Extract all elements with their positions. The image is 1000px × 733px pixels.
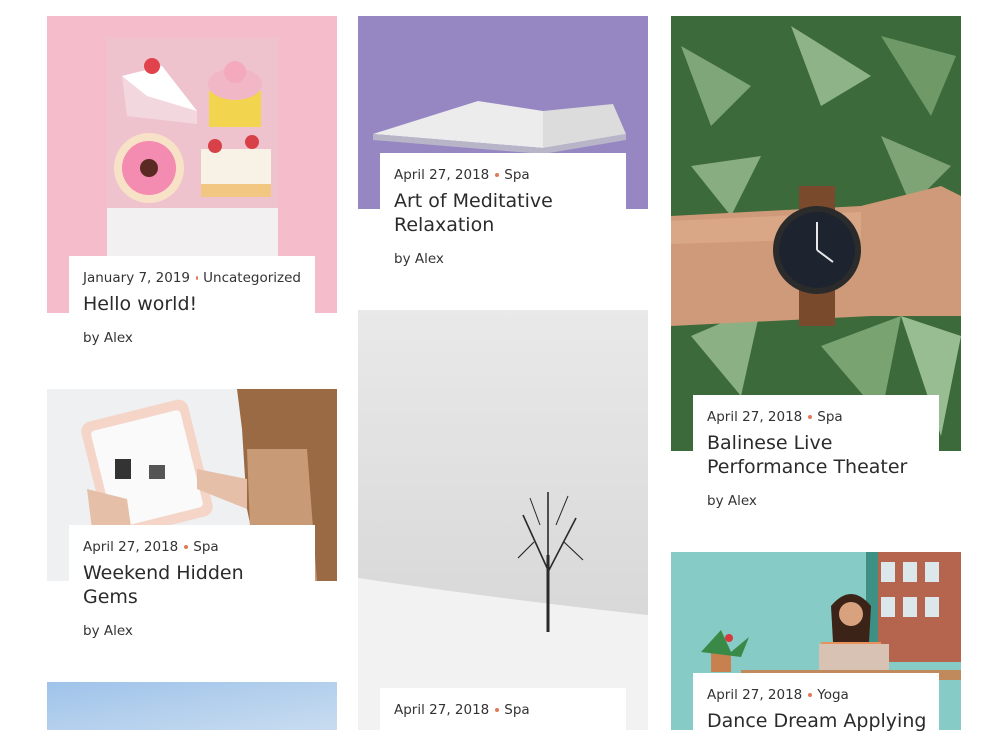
post-category[interactable]: Spa [193, 539, 218, 555]
post-date[interactable]: April 27, 2018 [394, 167, 489, 183]
post-card[interactable]: April 27, 2018 Spa [358, 310, 648, 730]
tree-image [358, 310, 648, 730]
separator-dot [184, 545, 189, 549]
post-date[interactable]: April 27, 2018 [83, 539, 178, 555]
separator-dot [808, 693, 813, 697]
sky-image [47, 682, 337, 730]
post-title[interactable]: Weekend Hidden Gems [83, 561, 301, 609]
separator-dot [495, 173, 500, 177]
post-category[interactable]: Spa [504, 702, 529, 718]
post-card[interactable] [47, 682, 337, 730]
post-info: January 7, 2019 Uncategorized Hello worl… [69, 256, 315, 356]
separator-dot [808, 415, 813, 419]
separator-dot [196, 276, 199, 280]
post-info: April 27, 2018 Yoga Dance Dream Applying [693, 673, 939, 733]
post-thumbnail[interactable] [47, 682, 337, 730]
post-meta: April 27, 2018 Spa [707, 409, 925, 425]
post-card[interactable]: April 27, 2018 Spa Art of Meditative Rel… [358, 16, 648, 278]
post-date[interactable]: April 27, 2018 [707, 687, 802, 703]
post-info: April 27, 2018 Spa [380, 688, 626, 730]
post-category[interactable]: Uncategorized [203, 270, 301, 286]
post-meta: April 27, 2018 Yoga [707, 687, 925, 703]
post-author[interactable]: by Alex [394, 251, 612, 267]
post-thumbnail[interactable] [358, 310, 648, 730]
post-title[interactable]: Art of Meditative Relaxation [394, 189, 612, 237]
post-thumbnail[interactable] [671, 16, 961, 451]
post-date[interactable]: January 7, 2019 [83, 270, 190, 286]
watch-image [671, 16, 961, 451]
post-category[interactable]: Yoga [817, 687, 849, 703]
post-card[interactable]: April 27, 2018 Spa Weekend Hidden Gems b… [47, 389, 337, 647]
post-author[interactable]: by Alex [83, 623, 301, 639]
post-info: April 27, 2018 Spa Balinese Live Perform… [693, 395, 939, 516]
post-meta: April 27, 2018 Spa [394, 167, 612, 183]
post-category[interactable]: Spa [504, 167, 529, 183]
post-info: April 27, 2018 Spa Art of Meditative Rel… [380, 153, 626, 278]
post-title[interactable]: Balinese Live Performance Theater [707, 431, 925, 479]
post-card[interactable]: April 27, 2018 Yoga Dance Dream Applying [671, 552, 961, 733]
post-info: April 27, 2018 Spa Weekend Hidden Gems b… [69, 525, 315, 647]
post-title[interactable]: Hello world! [83, 292, 301, 316]
post-card[interactable]: April 27, 2018 Spa Balinese Live Perform… [671, 16, 961, 516]
post-meta: April 27, 2018 Spa [394, 702, 612, 718]
post-title[interactable]: Dance Dream Applying [707, 709, 926, 733]
post-card[interactable]: January 7, 2019 Uncategorized Hello worl… [47, 16, 337, 356]
post-meta: January 7, 2019 Uncategorized [83, 270, 301, 286]
post-author[interactable]: by Alex [707, 493, 925, 509]
post-date[interactable]: April 27, 2018 [394, 702, 489, 718]
post-date[interactable]: April 27, 2018 [707, 409, 802, 425]
post-meta: April 27, 2018 Spa [83, 539, 301, 555]
post-author[interactable]: by Alex [83, 330, 301, 346]
separator-dot [495, 708, 500, 712]
post-category[interactable]: Spa [817, 409, 842, 425]
